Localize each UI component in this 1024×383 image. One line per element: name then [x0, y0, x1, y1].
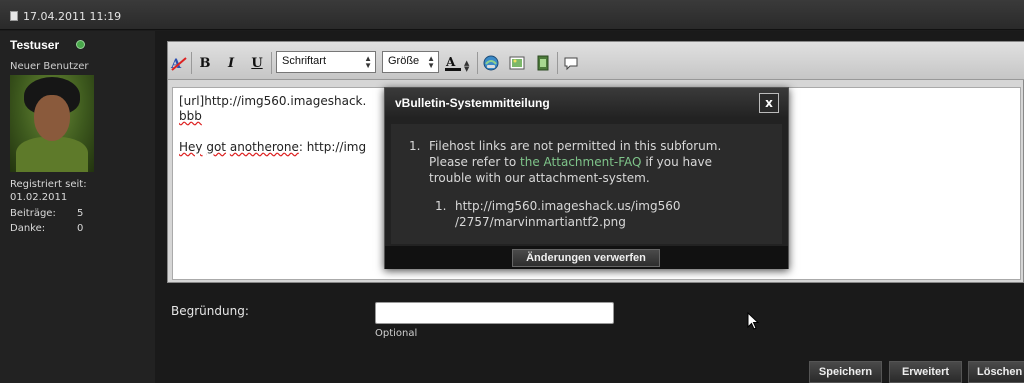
- user-info-column: Testuser Neuer Benutzer Registriert seit…: [0, 31, 155, 383]
- editor-line: bbb: [179, 109, 202, 123]
- insert-quote-icon[interactable]: [562, 54, 580, 72]
- svg-text:▼: ▼: [464, 65, 470, 72]
- reason-hint: Optional: [375, 328, 418, 339]
- underline-button[interactable]: U: [248, 54, 266, 72]
- discard-changes-button[interactable]: Änderungen verwerfen: [512, 249, 660, 267]
- font-family-select[interactable]: Schriftart ▲ ▼: [276, 51, 376, 73]
- user-title: Neuer Benutzer: [10, 61, 89, 72]
- post-date: 17.04.2011 11:19: [23, 10, 122, 23]
- font-size-select[interactable]: Größe ▲ ▼: [382, 51, 439, 73]
- editor-toolbar: A B I U Schriftart ▲ ▼ Größe ▲ ▼ A ▲ ▼: [168, 42, 1024, 80]
- thanks-value: 0: [77, 223, 84, 234]
- message-text: trouble with our attachment-system.: [429, 171, 650, 185]
- dialog-footer: Änderungen verwerfen: [385, 246, 788, 269]
- insert-link-icon[interactable]: [482, 54, 500, 72]
- dialog-header: vBulletin-Systemmitteilung x: [385, 88, 788, 118]
- attachment-faq-link[interactable]: the Attachment-FAQ: [520, 155, 641, 169]
- blocked-url: http://img560.imageshack.us/img560: [455, 199, 681, 213]
- bold-button[interactable]: B: [196, 54, 214, 72]
- dialog-title: vBulletin-Systemmitteilung: [395, 96, 550, 110]
- reason-label: Begründung:: [171, 304, 249, 318]
- toolbar-separator: [191, 52, 192, 74]
- thanks-label: Danke:: [10, 223, 46, 234]
- text-color-button[interactable]: A ▲ ▼: [444, 54, 474, 72]
- url-number: 1.: [435, 199, 447, 213]
- registered-date: 01.02.2011: [10, 192, 68, 203]
- editor-line: [url]http://img560.imageshack.: [179, 94, 367, 108]
- italic-button[interactable]: I: [222, 54, 240, 72]
- mouse-cursor-icon: [747, 312, 760, 330]
- insert-video-icon[interactable]: [534, 54, 552, 72]
- system-message-dialog: vBulletin-Systemmitteilung x 1. Filehost…: [384, 87, 789, 269]
- save-button[interactable]: Speichern: [809, 361, 882, 383]
- insert-image-icon[interactable]: [508, 54, 526, 72]
- toolbar-separator: [477, 52, 478, 74]
- message-text: Please refer to the Attachment-FAQ if yo…: [429, 155, 712, 169]
- registered-label: Registriert seit:: [10, 179, 87, 190]
- username-link[interactable]: Testuser: [10, 38, 59, 52]
- toolbar-separator: [271, 52, 272, 74]
- select-arrows-icon: ▲ ▼: [427, 54, 435, 70]
- delete-button[interactable]: Löschen: [968, 361, 1024, 383]
- advanced-button[interactable]: Erweitert: [889, 361, 962, 383]
- online-status-icon: [76, 40, 85, 49]
- posts-label: Beiträge:: [10, 208, 56, 219]
- reason-input[interactable]: [375, 302, 614, 324]
- message-text: Filehost links are not permitted in this…: [429, 139, 722, 153]
- close-button[interactable]: x: [759, 93, 779, 113]
- posts-value: 5: [77, 208, 84, 219]
- svg-text:A: A: [445, 55, 456, 69]
- post-header-bar: 17.04.2011 11:19: [0, 0, 1024, 30]
- editor-line: Hey got anotherone: http://img: [179, 140, 367, 154]
- toolbar-separator: [557, 52, 558, 74]
- blocked-url: /2757/marvinmartiantf2.png: [455, 215, 626, 229]
- avatar[interactable]: [10, 75, 94, 172]
- select-arrows-icon: ▲ ▼: [364, 54, 372, 70]
- remove-format-icon[interactable]: A: [170, 54, 188, 72]
- message-number: 1.: [409, 139, 421, 153]
- post-icon: [10, 11, 18, 21]
- dialog-body: 1. Filehost links are not permitted in t…: [391, 124, 782, 244]
